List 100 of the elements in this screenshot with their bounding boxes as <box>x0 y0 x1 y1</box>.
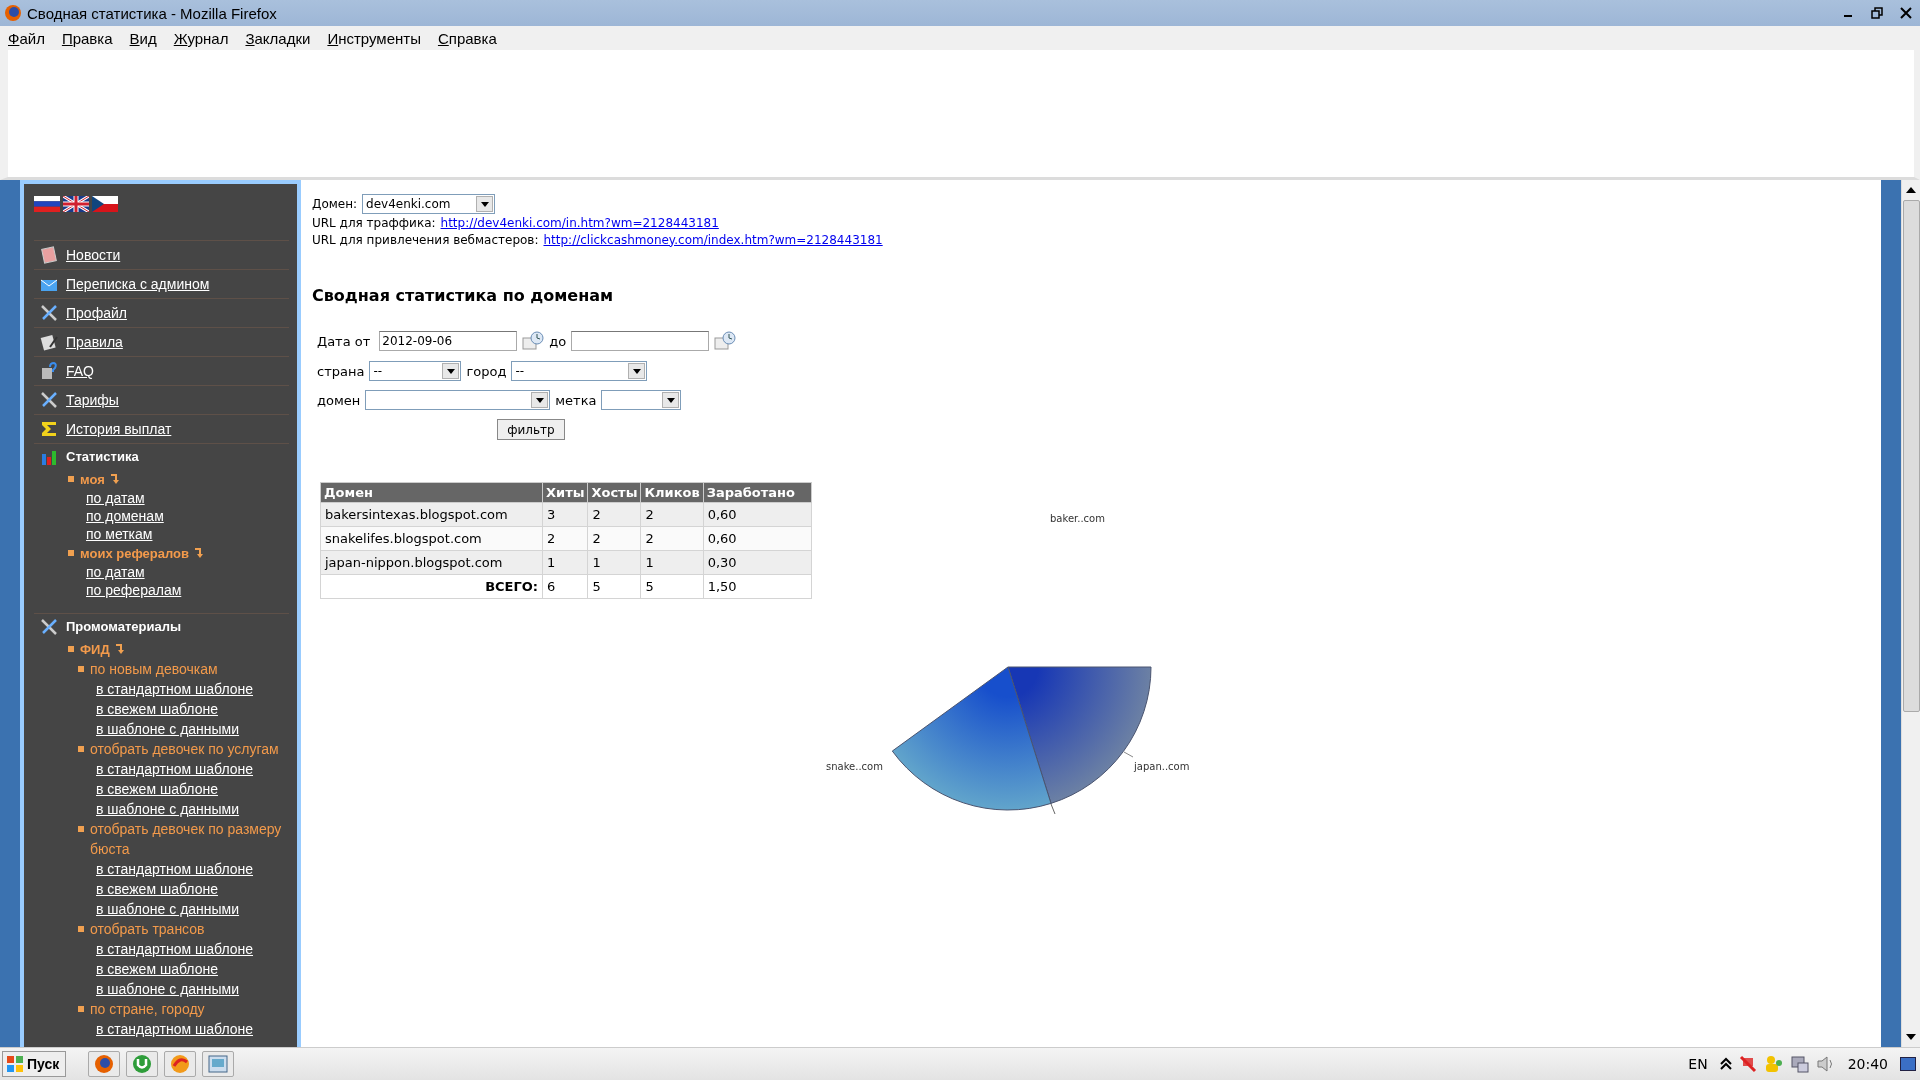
menu-item[interactable]: Правка <box>61 29 113 47</box>
calendar-icon[interactable] <box>714 331 737 351</box>
turn-arrow-icon <box>195 547 205 559</box>
sub-link[interactable]: в стандартном шаблоне <box>96 759 253 779</box>
date-to-field[interactable] <box>571 331 710 351</box>
bullet-icon <box>78 926 84 932</box>
window-title: Сводная статистика - Mozilla Firefox <box>27 4 278 22</box>
menu-item[interactable]: Справка <box>437 29 497 47</box>
column-header: Хиты <box>542 482 588 503</box>
start-button[interactable]: Пуск <box>2 1051 67 1077</box>
table-cell: bakersintexas.blogspot.com <box>320 502 543 527</box>
group-label: по новым девочкам <box>90 660 219 679</box>
sub-link[interactable]: в свежем шаблоне <box>96 959 218 979</box>
field-label: Домен: <box>312 197 358 211</box>
turn-arrow-icon <box>115 643 126 655</box>
group-label: отобрать девочек по размеру бюста <box>90 820 283 859</box>
sub-link[interactable]: по рефералам <box>86 581 182 599</box>
sub-link[interactable]: в свежем шаблоне <box>96 779 218 799</box>
table-cell: 0,30 <box>703 550 812 575</box>
group-label: моя <box>80 471 105 487</box>
sub-link[interactable]: в шаблоне с данными <box>96 979 240 999</box>
chevron-up-icon[interactable] <box>1719 1057 1732 1071</box>
close-button[interactable] <box>1900 7 1912 19</box>
restore-button[interactable] <box>1871 7 1883 19</box>
column-header: Домен <box>320 482 543 503</box>
sub-link[interactable]: в шаблоне с данными <box>96 899 240 919</box>
table-cell: 0,60 <box>703 502 812 527</box>
nav-link[interactable]: Правила <box>66 334 123 350</box>
menu-item[interactable]: Файл <box>8 29 45 47</box>
language-indicator[interactable]: EN <box>1682 1056 1714 1072</box>
filter-button[interactable]: фильтр <box>497 419 565 440</box>
group-label: ФИД <box>80 641 110 657</box>
sub-link[interactable]: в стандартном шаблоне <box>96 939 253 959</box>
scrollbar[interactable] <box>1901 180 1920 1047</box>
scroll-up-icon[interactable] <box>1906 186 1916 194</box>
country-select[interactable]: -- <box>369 361 462 381</box>
show-desktop-button[interactable] <box>1900 1057 1916 1071</box>
turn-arrow-icon <box>110 473 121 485</box>
sub-link[interactable]: в стандартном шаблоне <box>96 859 253 879</box>
date-from-field[interactable]: 2012-09-06 <box>379 331 518 351</box>
scroll-down-icon[interactable] <box>1906 1033 1916 1041</box>
taskbar-icon[interactable] <box>88 1051 121 1077</box>
sub-link[interactable]: по меткам <box>86 525 153 543</box>
chart-label: japan..com <box>1133 761 1190 772</box>
field-label: до <box>549 333 567 349</box>
flag-icon[interactable] <box>63 196 89 212</box>
sub-link[interactable]: в стандартном шаблоне <box>96 1019 253 1039</box>
table-cell: japan-nippon.blogspot.com <box>320 550 543 575</box>
sub-link[interactable]: в шаблоне с данными <box>96 719 240 739</box>
flag-icon[interactable] <box>34 196 60 212</box>
sub-link[interactable]: по датам <box>86 489 145 507</box>
bullet-icon <box>78 1006 84 1012</box>
leader-line <box>1123 751 1134 758</box>
bullet-icon <box>68 476 74 482</box>
nav-link[interactable]: Тарифы <box>66 392 119 408</box>
menu-item[interactable]: Закладки <box>245 29 311 47</box>
nav-link[interactable]: История выплат <box>66 421 172 437</box>
nav-link[interactable]: Новости <box>66 247 121 263</box>
menu-item[interactable]: Инструменты <box>327 29 421 47</box>
network-icon[interactable] <box>1789 1055 1810 1073</box>
city-select[interactable]: -- <box>511 361 648 381</box>
group-label: отобрать девочек по услугам <box>90 740 280 759</box>
field-label: город <box>466 363 507 379</box>
flag-icon[interactable] <box>1737 1055 1758 1073</box>
clock: 20:40 <box>1846 1056 1889 1072</box>
taskbar-icon[interactable] <box>164 1051 197 1077</box>
field-label: Дата от <box>317 333 371 349</box>
column-header: Заработано <box>703 482 812 503</box>
nav-link[interactable]: Переписка с админом <box>66 276 210 292</box>
nav-link[interactable]: Профайл <box>66 305 127 321</box>
sub-link[interactable]: по доменам <box>86 507 164 525</box>
group-label: моих рефералов <box>80 545 189 561</box>
sub-link[interactable]: в свежем шаблоне <box>96 699 218 719</box>
total-label: ВСЕГО: <box>320 574 543 599</box>
menu-item[interactable]: Журнал <box>173 29 229 47</box>
chart-label: baker..com <box>1049 513 1105 524</box>
table-cell: 1,50 <box>703 574 812 599</box>
sub-link[interactable]: в стандартном шаблоне <box>96 679 253 699</box>
sub-link[interactable]: по датам <box>86 563 145 581</box>
calendar-icon[interactable] <box>522 331 545 351</box>
chart-label: snake..com <box>825 761 883 772</box>
taskbar-icon[interactable] <box>126 1051 159 1077</box>
page-heading: Сводная статистика по доменам <box>312 286 615 305</box>
url-link[interactable]: http://clickcashmoney.com/index.htm?wm=2128443181 <box>543 232 883 247</box>
menu-item[interactable]: Вид <box>129 29 157 47</box>
bullet-icon <box>78 666 84 672</box>
sub-link[interactable]: в шаблоне с данными <box>96 799 240 819</box>
url-label: URL для траффика: <box>312 215 436 230</box>
column-header: Хосты <box>587 482 641 503</box>
bullet-icon <box>78 826 84 832</box>
url-link[interactable]: http://dev4enki.com/in.htm?wm=2128443181 <box>440 215 719 230</box>
flag-icon[interactable] <box>92 196 118 212</box>
group-label: по стране, городу <box>90 1000 206 1019</box>
section-title: Статистика <box>66 449 139 464</box>
domain-select[interactable]: dev4enki.com <box>362 194 496 214</box>
nav-link[interactable]: FAQ <box>66 363 94 379</box>
notepad-icon <box>40 246 58 264</box>
sigma-icon <box>40 420 58 438</box>
sub-link[interactable]: в свежем шаблоне <box>96 879 218 899</box>
tools-icon <box>40 304 58 322</box>
